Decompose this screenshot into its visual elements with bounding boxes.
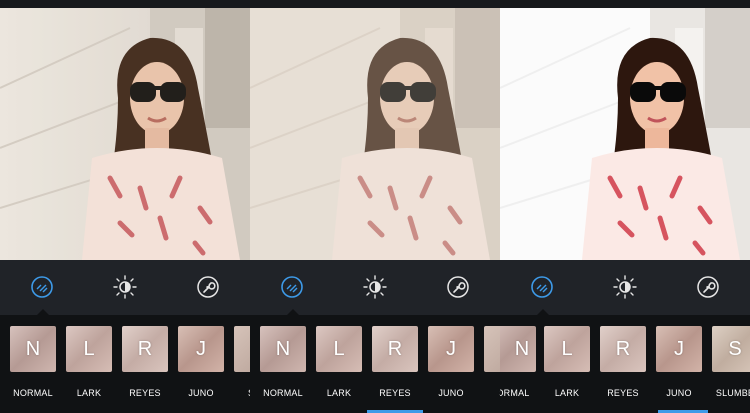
editor-panel-3: N ORMAL L LARK R REYES J JUNO S SLUMBE [500,0,750,413]
filter-letter: J [446,337,456,360]
filter-thumb-normal[interactable]: N [260,326,306,372]
filter-letter: R [387,337,403,360]
brightness-icon[interactable] [362,274,388,300]
filter-letter: R [615,337,631,360]
filter-thumb-slumber[interactable] [234,326,250,372]
filter-lens-icon[interactable] [529,274,555,300]
filter-thumb-normal[interactable]: N [10,326,56,372]
photo-preview [250,8,500,260]
filter-label: SL [470,388,500,398]
filter-thumb-slumber[interactable]: S [712,326,750,372]
filter-letter: R [137,337,153,360]
filter-strip: N NORMAL L LARK R REYES J JUNO SL [250,315,500,413]
filter-thumb-reyes[interactable]: R [600,326,646,372]
brightness-icon[interactable] [612,274,638,300]
filter-thumb-lark[interactable]: L [316,326,362,372]
wrench-icon[interactable] [695,274,721,300]
filter-thumb-juno[interactable]: J [656,326,702,372]
edit-toolbar [250,260,500,315]
filter-letter: N [514,337,530,360]
status-bar [500,0,750,8]
filter-letter: L [83,337,95,360]
filter-lens-icon[interactable] [279,274,305,300]
status-bar [250,0,500,8]
edit-toolbar [0,260,250,315]
brightness-icon[interactable] [112,274,138,300]
filter-letter: L [561,337,573,360]
filter-letter: N [25,337,41,360]
status-bar [0,0,250,8]
filter-thumb-slumber[interactable] [484,326,500,372]
filter-thumb-reyes[interactable]: R [122,326,168,372]
filter-strip: N ORMAL L LARK R REYES J JUNO S SLUMBE [500,315,750,413]
filter-strip: N NORMAL L LARK R REYES J JUNO SLU [0,315,250,413]
photo-preview [0,8,250,260]
editor-panel-1: N NORMAL L LARK R REYES J JUNO SLU [0,0,250,413]
filter-letter: J [674,337,684,360]
wrench-icon[interactable] [195,274,221,300]
filter-thumb-juno[interactable]: J [428,326,474,372]
filter-letter: J [196,337,206,360]
edit-toolbar [500,260,750,315]
filter-thumb-reyes[interactable]: R [372,326,418,372]
filter-letter: S [728,337,742,360]
filter-thumb-juno[interactable]: J [178,326,224,372]
photo-preview [500,8,750,260]
filter-thumb-lark[interactable]: L [544,326,590,372]
wrench-icon[interactable] [445,274,471,300]
filter-letter: N [275,337,291,360]
filter-label: SLUMBE [715,388,750,398]
filter-label: SLU [222,388,250,398]
filter-thumb-lark[interactable]: L [66,326,112,372]
editor-panel-2: N NORMAL L LARK R REYES J JUNO SL [250,0,500,413]
filter-lens-icon[interactable] [29,274,55,300]
filter-letter: L [333,337,345,360]
filter-thumb-normal[interactable]: N [500,326,536,372]
